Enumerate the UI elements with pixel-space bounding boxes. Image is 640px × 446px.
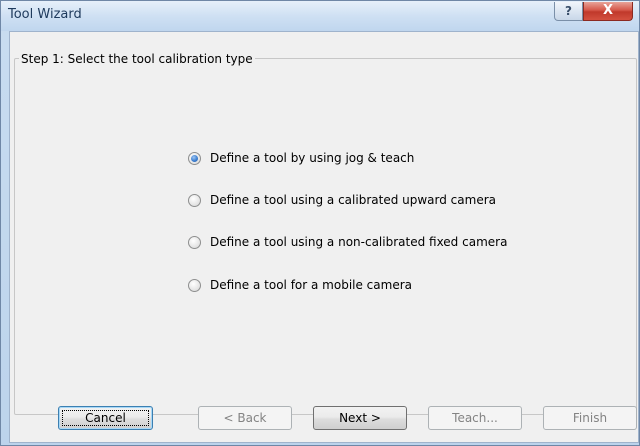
radio-unselected-icon[interactable] — [188, 193, 201, 207]
option-non-calibrated-fixed-camera[interactable]: Define a tool using a non-calibrated fix… — [188, 234, 507, 250]
tool-wizard-window: Tool Wizard ? X Step 1: Select the tool … — [0, 0, 640, 446]
title-bar[interactable]: Tool Wizard ? X — [1, 1, 639, 31]
close-button[interactable]: X — [583, 2, 633, 21]
radio-unselected-icon[interactable] — [188, 235, 201, 249]
close-icon: X — [602, 3, 614, 18]
option-label: Define a tool using a calibrated upward … — [210, 193, 496, 207]
cancel-button[interactable]: Cancel — [58, 406, 153, 430]
option-label: Define a tool for a mobile camera — [210, 278, 412, 292]
help-icon: ? — [565, 4, 572, 18]
dialog-client-area: Step 1: Select the tool calibration type… — [9, 31, 639, 443]
radio-unselected-icon[interactable] — [188, 278, 201, 292]
option-calibrated-upward-camera[interactable]: Define a tool using a calibrated upward … — [188, 192, 496, 208]
option-mobile-camera[interactable]: Define a tool for a mobile camera — [188, 277, 412, 293]
radio-selected-icon[interactable] — [188, 151, 201, 165]
window-title: Tool Wizard — [8, 7, 82, 22]
step-caption: Step 1: Select the tool calibration type — [19, 52, 255, 66]
help-button[interactable]: ? — [554, 2, 583, 21]
option-label: Define a tool by using jog & teach — [210, 151, 415, 165]
finish-button[interactable]: Finish — [543, 406, 637, 430]
teach-button[interactable]: Teach... — [428, 406, 522, 430]
option-jog-teach[interactable]: Define a tool by using jog & teach — [188, 150, 414, 166]
next-button[interactable]: Next > — [313, 406, 407, 430]
back-button[interactable]: < Back — [198, 406, 292, 430]
option-label: Define a tool using a non-calibrated fix… — [210, 235, 508, 249]
